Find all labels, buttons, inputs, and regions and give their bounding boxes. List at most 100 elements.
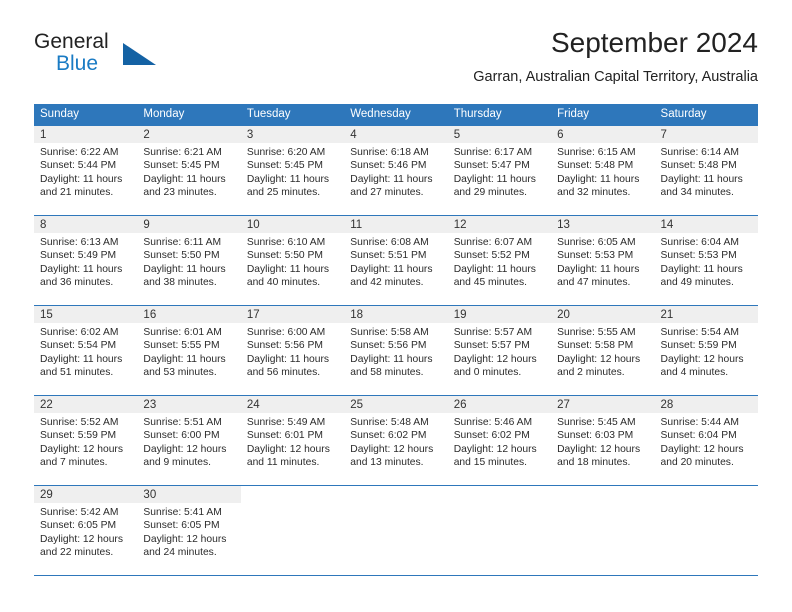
weekday-header-wednesday: Wednesday [350,108,411,120]
sunrise-time: Sunrise: 5:54 AM [660,327,739,338]
day-cell[interactable]: 21 Sunrise: 5:54 AM Sunset: 5:59 PM Dayligh… [654,306,758,395]
day-cell[interactable]: 9 Sunrise: 6:11 AM Sunset: 5:50 PM Daylight… [137,216,241,305]
day-number: 2 [137,126,241,143]
sunset-time: Sunset: 5:53 PM [660,250,737,262]
sunrise-time: Sunrise: 5:55 AM [557,327,636,338]
day-cell[interactable]: 11 Sunrise: 6:08 AM Sunset: 5:51 PM Dayligh… [344,216,448,305]
day-details: Sunrise: 5:55 AM Sunset: 5:58 PM Daylight:… [551,323,654,379]
daylight-duration-line1: Daylight: 11 hours [40,263,123,275]
day-details: Sunrise: 6:00 AM Sunset: 5:56 PM Daylight:… [241,323,344,379]
day-number [447,486,552,503]
day-number: 9 [137,216,241,233]
day-details: Sunrise: 5:51 AM Sunset: 6:00 PM Daylight:… [137,413,240,469]
calendar-week-row: 8 Sunrise: 6:13 AM Sunset: 5:49 PM Daylight… [34,216,758,306]
daylight-duration-line1: Daylight: 11 hours [557,173,640,185]
weekday-header-tuesday: Tuesday [246,108,291,120]
day-cell[interactable]: 25 Sunrise: 5:48 AM Sunset: 6:02 PM Dayligh… [344,396,448,485]
day-cell[interactable]: 18 Sunrise: 5:58 AM Sunset: 5:56 PM Dayligh… [344,306,448,395]
sunset-time: Sunset: 6:04 PM [660,430,737,442]
day-cell[interactable]: 10 Sunrise: 6:10 AM Sunset: 5:50 PM Dayligh… [240,216,345,305]
sunset-time: Sunset: 5:59 PM [660,340,737,352]
day-cell[interactable]: 28 Sunrise: 5:44 AM Sunset: 6:04 PM Dayligh… [654,396,758,485]
day-cell[interactable]: 13 Sunrise: 6:05 AM Sunset: 5:53 PM Dayligh… [551,216,655,305]
day-cell[interactable]: 15 Sunrise: 6:02 AM Sunset: 5:54 PM Dayligh… [34,306,138,395]
day-cell[interactable]: 20 Sunrise: 5:55 AM Sunset: 5:58 PM Dayligh… [551,306,655,395]
day-number: 29 [34,486,138,503]
day-cell[interactable]: 27 Sunrise: 5:45 AM Sunset: 6:03 PM Dayligh… [551,396,655,485]
sunset-time: Sunset: 5:49 PM [40,250,117,262]
day-cell[interactable]: 26 Sunrise: 5:46 AM Sunset: 6:02 PM Dayligh… [447,396,552,485]
day-cell[interactable]: 17 Sunrise: 6:00 AM Sunset: 5:56 PM Dayligh… [240,306,345,395]
day-cell[interactable]: 12 Sunrise: 6:07 AM Sunset: 5:52 PM Dayligh… [447,216,552,305]
triangle-flag-icon [123,43,156,65]
weekday-header-thursday: Thursday [453,108,502,120]
day-number: 23 [137,396,241,413]
day-number: 27 [551,396,655,413]
brand-logo[interactable]: General Blue [34,30,214,86]
sunset-time: Sunset: 5:54 PM [40,340,117,352]
day-cell[interactable]: 22 Sunrise: 5:52 AM Sunset: 5:59 PM Dayligh… [34,396,138,485]
day-cell[interactable]: 7 Sunrise: 6:14 AM Sunset: 5:48 PM Daylight… [654,126,758,215]
day-cell[interactable]: 2 Sunrise: 6:21 AM Sunset: 5:45 PM Daylight… [137,126,241,215]
daylight-duration-line2: and 21 minutes. [40,186,114,198]
sunset-time: Sunset: 5:50 PM [143,250,220,262]
day-number: 25 [344,396,448,413]
sunset-time: Sunset: 6:03 PM [557,430,634,442]
day-details: Sunrise: 6:15 AM Sunset: 5:48 PM Daylight:… [551,143,654,199]
sunrise-time: Sunrise: 5:49 AM [246,417,326,428]
daylight-duration-line1: Daylight: 12 hours [660,353,744,365]
day-cell[interactable]: 3 Sunrise: 6:20 AM Sunset: 5:45 PM Daylight… [240,126,345,215]
day-cell[interactable]: 29 Sunrise: 5:42 AM Sunset: 6:05 PM Dayligh… [34,486,138,575]
daylight-duration-line1: Daylight: 11 hours [557,263,640,275]
daylight-duration-line1: Daylight: 11 hours [143,353,226,365]
sunrise-time: Sunrise: 5:42 AM [40,507,119,518]
day-cell[interactable]: 24 Sunrise: 5:49 AM Sunset: 6:01 PM Dayligh… [240,396,345,485]
weekday-header-friday: Friday [557,108,590,120]
day-cell[interactable]: 6 Sunrise: 6:15 AM Sunset: 5:48 PM Daylight… [551,126,655,215]
sunrise-time: Sunrise: 6:14 AM [660,147,739,158]
sunrise-time: Sunrise: 6:08 AM [350,237,429,248]
day-cell[interactable]: 8 Sunrise: 6:13 AM Sunset: 5:49 PM Daylight… [34,216,138,305]
daylight-duration-line2: and 42 minutes. [350,276,424,288]
day-number: 15 [34,306,138,323]
day-cell[interactable]: 1 Sunrise: 6:22 AM Sunset: 5:44 PM Daylight… [34,126,138,215]
calendar-page: General Blue September 2024 Garran, Aust… [0,0,792,612]
day-number: 20 [551,306,655,323]
day-cell[interactable]: 14 Sunrise: 6:04 AM Sunset: 5:53 PM Dayligh… [654,216,758,305]
day-cell[interactable]: 30 Sunrise: 5:41 AM Sunset: 6:05 PM Dayligh… [137,486,241,575]
sunset-time: Sunset: 5:56 PM [350,340,427,352]
sunset-time: Sunset: 6:05 PM [143,520,220,532]
day-details: Sunrise: 6:02 AM Sunset: 5:54 PM Daylight:… [34,323,137,379]
daylight-duration-line2: and 18 minutes. [557,456,631,468]
day-number: 8 [34,216,138,233]
day-cell[interactable]: 16 Sunrise: 6:01 AM Sunset: 5:55 PM Dayligh… [137,306,241,395]
sunrise-time: Sunrise: 5:45 AM [557,417,636,428]
daylight-duration-line2: and 11 minutes. [246,456,320,468]
weekday-header-sunday: Sunday [40,108,80,120]
sunset-time: Sunset: 6:00 PM [143,430,220,442]
sunrise-time: Sunrise: 6:22 AM [40,147,119,158]
daylight-duration-line1: Daylight: 11 hours [246,173,330,185]
day-details: Sunrise: 5:45 AM Sunset: 6:03 PM Daylight:… [551,413,654,469]
sunset-time: Sunset: 6:05 PM [40,520,117,532]
sunset-time: Sunset: 5:52 PM [453,250,530,262]
day-cell[interactable]: 23 Sunrise: 5:51 AM Sunset: 6:00 PM Dayligh… [137,396,241,485]
sunset-time: Sunset: 5:45 PM [143,160,220,172]
day-number [344,486,448,503]
day-number: 3 [240,126,345,143]
sunset-time: Sunset: 5:53 PM [557,250,634,262]
daylight-duration-line2: and 27 minutes. [350,186,424,198]
day-cell[interactable]: 5 Sunrise: 6:17 AM Sunset: 5:47 PM Daylight… [447,126,552,215]
day-details: Sunrise: 5:54 AM Sunset: 5:59 PM Daylight:… [655,323,758,379]
day-cell[interactable]: 19 Sunrise: 5:57 AM Sunset: 5:57 PM Dayligh… [447,306,552,395]
sunset-time: Sunset: 5:59 PM [40,430,117,442]
daylight-duration-line1: Daylight: 12 hours [557,353,641,365]
day-number: 13 [551,216,655,233]
calendar-week-row: 29 Sunrise: 5:42 AM Sunset: 6:05 PM Dayligh… [34,486,758,576]
daylight-duration-line2: and 20 minutes. [660,456,734,468]
day-number: 14 [654,216,758,233]
daylight-duration-line2: and 56 minutes. [246,366,321,378]
calendar-week-row: 15 Sunrise: 6:02 AM Sunset: 5:54 PM Dayligh… [34,306,758,396]
day-cell[interactable]: 4 Sunrise: 6:18 AM Sunset: 5:46 PM Daylight… [344,126,448,215]
sunrise-time: Sunrise: 5:57 AM [453,327,533,338]
